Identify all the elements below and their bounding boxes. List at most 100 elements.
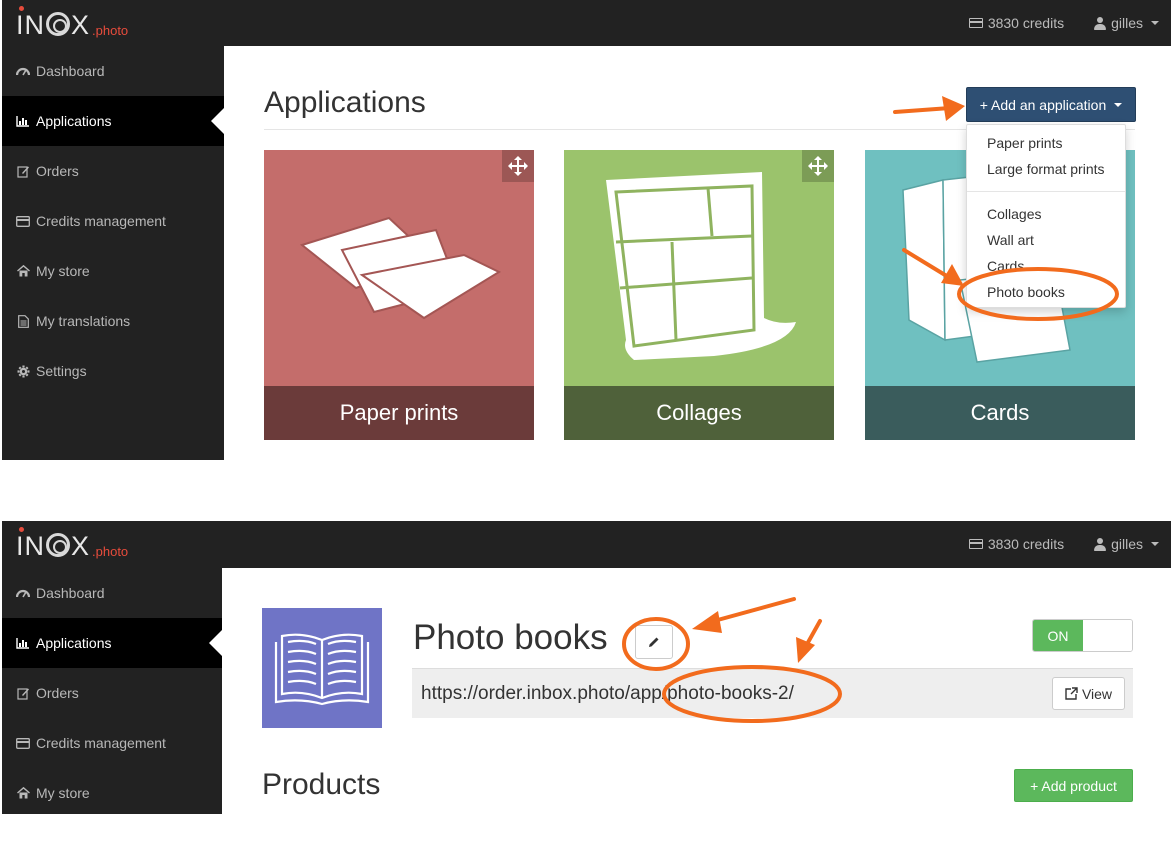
credits-label: 3830 credits bbox=[987, 536, 1065, 552]
logo-wordmark: IN X bbox=[16, 10, 91, 40]
applications-screen: IN X .photo 3830 credits gilles Dashboard bbox=[2, 0, 1171, 460]
app-name-heading: Photo books bbox=[413, 618, 608, 657]
add-application-dropdown: Paper prints Large format prints Collage… bbox=[966, 124, 1126, 308]
paper-prints-illustration bbox=[264, 150, 534, 386]
dashboard-icon bbox=[16, 586, 30, 600]
credit-card-icon bbox=[968, 539, 983, 549]
credit-card-icon bbox=[16, 214, 30, 228]
add-product-button[interactable]: + Add product bbox=[1014, 769, 1133, 802]
logo-suffix: .photo bbox=[92, 23, 129, 38]
caret-down-icon bbox=[1151, 542, 1159, 546]
app-tile-collages[interactable]: Collages bbox=[564, 150, 834, 440]
sidebar-item-credits-management[interactable]: Credits management bbox=[2, 196, 224, 246]
caret-down-icon bbox=[1114, 102, 1123, 107]
dropdown-item-wall-art[interactable]: Wall art bbox=[967, 227, 1125, 253]
logo-suffix: .photo bbox=[92, 544, 129, 559]
sidebar-item-label: Dashboard bbox=[36, 585, 105, 601]
logo-o-icon bbox=[46, 533, 70, 557]
toggle-on-label: ON bbox=[1033, 620, 1083, 651]
sidebar-item-orders[interactable]: Orders bbox=[2, 668, 222, 718]
edit-icon bbox=[16, 164, 30, 178]
external-link-icon bbox=[1065, 687, 1078, 700]
user-icon bbox=[1094, 16, 1107, 30]
tile-label: Collages bbox=[564, 386, 834, 440]
dropdown-divider bbox=[967, 191, 1125, 192]
tile-label: Cards bbox=[865, 386, 1135, 440]
document-icon bbox=[16, 314, 30, 328]
sidebar-item-my-translations[interactable]: My translations bbox=[2, 296, 224, 346]
sidebar-item-label: My store bbox=[36, 263, 90, 279]
sidebar-item-credits-management[interactable]: Credits management bbox=[2, 718, 222, 768]
dropdown-item-photo-books[interactable]: Photo books bbox=[967, 279, 1125, 305]
logo-o-icon bbox=[46, 12, 70, 36]
user-icon bbox=[1094, 537, 1107, 551]
top-navbar: IN X .photo 3830 credits gilles bbox=[2, 521, 1171, 568]
bar-chart-icon bbox=[16, 636, 30, 650]
add-product-label: + Add product bbox=[1030, 777, 1117, 794]
credits-label: 3830 credits bbox=[987, 15, 1065, 31]
sidebar-item-label: Credits management bbox=[36, 735, 166, 751]
dropdown-item-large-format-prints[interactable]: Large format prints bbox=[967, 156, 1125, 182]
pencil-icon bbox=[649, 637, 659, 647]
bar-chart-icon bbox=[16, 114, 30, 128]
sidebar-item-label: Applications bbox=[36, 635, 112, 651]
inbox-logo[interactable]: IN X .photo bbox=[16, 6, 128, 40]
app-url-bar: https://order.inbox.photo/app/photo-book… bbox=[412, 668, 1133, 718]
edit-name-button[interactable] bbox=[635, 625, 673, 659]
sidebar-item-orders[interactable]: Orders bbox=[2, 146, 224, 196]
dropdown-item-collages[interactable]: Collages bbox=[967, 201, 1125, 227]
photo-books-screen: IN X .photo 3830 credits gilles Dashboard bbox=[2, 521, 1171, 814]
add-application-button[interactable]: + Add an application bbox=[966, 87, 1136, 122]
user-name: gilles bbox=[1111, 536, 1143, 552]
sidebar-item-dashboard[interactable]: Dashboard bbox=[2, 568, 222, 618]
sidebar-item-label: Credits management bbox=[36, 213, 166, 229]
toggle-off-side bbox=[1083, 620, 1132, 651]
sidebar-item-applications[interactable]: Applications bbox=[2, 96, 225, 146]
edit-icon bbox=[16, 686, 30, 700]
view-app-button[interactable]: View bbox=[1052, 677, 1125, 710]
sidebar-item-applications[interactable]: Applications bbox=[2, 618, 223, 668]
main-content: Photo books ON https://order.inbox.photo… bbox=[222, 568, 1171, 814]
app-status-toggle[interactable]: ON bbox=[1032, 619, 1133, 652]
move-handle-icon[interactable] bbox=[802, 150, 834, 182]
sidebar-item-dashboard[interactable]: Dashboard bbox=[2, 46, 224, 96]
page-title: Applications bbox=[264, 86, 426, 119]
add-application-label: + Add an application bbox=[979, 96, 1107, 113]
home-icon bbox=[16, 786, 30, 800]
sidebar-item-label: Orders bbox=[36, 685, 79, 701]
app-url[interactable]: https://order.inbox.photo/app/photo-book… bbox=[421, 683, 794, 705]
gear-icon bbox=[16, 364, 30, 378]
top-navbar: IN X .photo 3830 credits gilles bbox=[2, 0, 1171, 46]
inbox-logo[interactable]: IN X .photo bbox=[16, 527, 128, 561]
user-name: gilles bbox=[1111, 15, 1143, 31]
products-heading: Products bbox=[262, 768, 381, 801]
sidebar: Dashboard Applications Orders Credits ma… bbox=[2, 46, 225, 460]
view-button-label: View bbox=[1081, 685, 1113, 702]
sidebar-item-label: Orders bbox=[36, 163, 79, 179]
collages-illustration bbox=[564, 150, 834, 386]
main-content: Applications + Add an application Paper … bbox=[224, 46, 1171, 460]
user-menu[interactable]: gilles bbox=[1094, 536, 1159, 552]
sidebar-item-label: Applications bbox=[36, 113, 112, 129]
caret-down-icon bbox=[1151, 21, 1159, 25]
move-handle-icon[interactable] bbox=[502, 150, 534, 182]
app-tile-paper-prints[interactable]: Paper prints bbox=[264, 150, 534, 440]
dropdown-item-paper-prints[interactable]: Paper prints bbox=[967, 130, 1125, 156]
dashboard-icon bbox=[16, 64, 30, 78]
credits-link[interactable]: 3830 credits bbox=[968, 536, 1065, 552]
photo-books-thumbnail bbox=[262, 608, 382, 728]
credit-card-icon bbox=[968, 18, 983, 28]
credit-card-icon bbox=[16, 736, 30, 750]
home-icon bbox=[16, 264, 30, 278]
sidebar-item-settings[interactable]: Settings bbox=[2, 346, 224, 396]
sidebar-item-my-store[interactable]: My store bbox=[2, 246, 224, 296]
sidebar-item-label: My translations bbox=[36, 313, 131, 329]
user-menu[interactable]: gilles bbox=[1094, 15, 1159, 31]
credits-link[interactable]: 3830 credits bbox=[968, 15, 1065, 31]
sidebar: Dashboard Applications Orders Credits ma… bbox=[2, 568, 223, 814]
logo-wordmark: IN X bbox=[16, 531, 91, 561]
logo-dot bbox=[19, 527, 24, 532]
dropdown-item-cards[interactable]: Cards bbox=[967, 253, 1125, 279]
sidebar-item-my-store[interactable]: My store bbox=[2, 768, 222, 814]
tile-label: Paper prints bbox=[264, 386, 534, 440]
